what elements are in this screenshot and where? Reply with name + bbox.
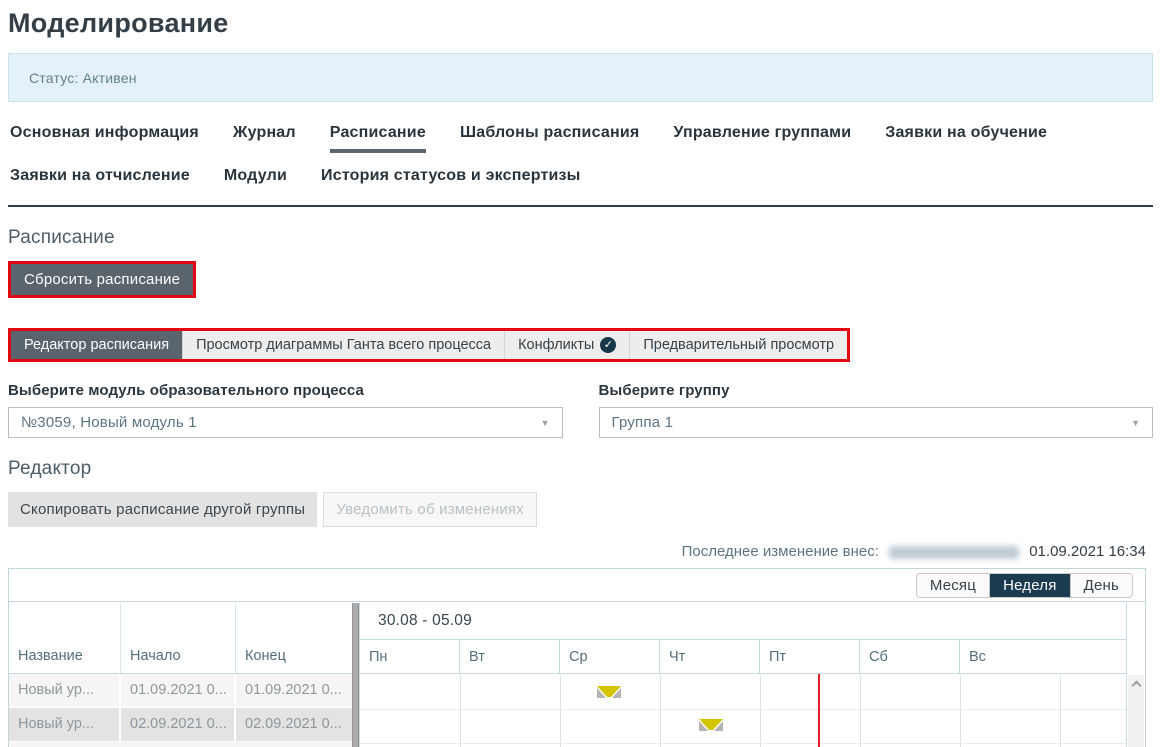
gridline (360, 743, 1126, 744)
last-modified-line: Последнее изменение внес: 01.09.2021 16:… (8, 543, 1153, 560)
group-select-value: Группа 1 (612, 414, 1132, 431)
flag-icon[interactable] (699, 718, 723, 732)
module-filter: Выберите модуль образовательного процесс… (8, 382, 563, 438)
page: Моделирование Статус: Активен Основная и… (0, 0, 1161, 747)
tab-bar: Основная информация Журнал Расписание Ша… (8, 124, 1153, 207)
toggle-month-button[interactable]: Месяц (917, 574, 989, 597)
tab-schedule-templates[interactable]: Шаблоны расписания (460, 124, 639, 153)
lesson-end-cell: 01.09.2021 0... (236, 674, 352, 707)
redacted-author-name (889, 546, 1019, 559)
timeline: 30.08 - 05.09 Пн Вт Ср Чт Пт Сб Вс (359, 603, 1145, 747)
lesson-table: Название Начало Конец Новый ур... 01.09.… (9, 603, 352, 747)
tab-row-1: Основная информация Журнал Расписание Ша… (10, 124, 1153, 153)
tab-journal[interactable]: Журнал (233, 124, 296, 153)
day-header-row: Пн Вт Ср Чт Пт Сб Вс (360, 640, 1126, 674)
table-row[interactable]: Новый ур... 02.09.2021 0... 02.09.2021 0… (9, 708, 352, 742)
view-tabstrip-annotation: Редактор расписания Просмотр диаграммы Г… (8, 328, 850, 362)
lesson-name-cell: Новый ур... (9, 708, 121, 741)
group-select[interactable]: Группа 1 ▼ (599, 407, 1154, 438)
day-header-sat: Сб (860, 640, 960, 673)
day-header-wed: Ср (560, 640, 660, 673)
view-tab-conflicts[interactable]: Конфликты ✓ (505, 331, 630, 359)
editor-buttons: Скопировать расписание другой группы Уве… (8, 492, 1153, 527)
gridline (360, 709, 1126, 710)
chevron-up-icon (1131, 681, 1141, 691)
check-circle-icon: ✓ (600, 337, 616, 353)
filters-row: Выберите модуль образовательного процесс… (8, 382, 1153, 438)
timeline-inner: 30.08 - 05.09 Пн Вт Ср Чт Пт Сб Вс (360, 603, 1127, 747)
tab-status-history[interactable]: История статусов и экспертизы (321, 167, 581, 192)
gridline (660, 675, 661, 747)
day-header-fri: Пт (760, 640, 860, 673)
schedule-heading: Расписание (8, 227, 1153, 249)
status-banner: Статус: Активен (8, 53, 1153, 102)
toggle-week-button[interactable]: Неделя (989, 574, 1070, 597)
week-range-header: 30.08 - 05.09 (360, 603, 1126, 640)
vertical-scrollbar[interactable] (1128, 675, 1144, 747)
lesson-table-header: Название Начало Конец (9, 603, 352, 674)
table-row-partial (9, 742, 352, 747)
view-tab-conflicts-label: Конфликты (518, 337, 594, 353)
group-select-label: Выберите группу (599, 382, 1154, 399)
tab-schedule[interactable]: Расписание (330, 124, 426, 153)
start-column-header: Начало (121, 603, 236, 673)
gridline (860, 675, 861, 747)
lesson-start-cell: 01.09.2021 0... (121, 674, 236, 707)
view-tab-schedule-editor[interactable]: Редактор расписания (11, 331, 183, 359)
scroll-up-button[interactable] (1128, 675, 1144, 692)
current-time-marker (818, 674, 820, 747)
gridline (460, 675, 461, 747)
scheduler-toolbar: Месяц Неделя День (9, 569, 1145, 602)
module-select[interactable]: №3059, Новый модуль 1 ▼ (8, 407, 563, 438)
module-select-label: Выберите модуль образовательного процесс… (8, 382, 563, 399)
group-filter: Выберите группу Группа 1 ▼ (599, 382, 1154, 438)
gridline (1060, 675, 1061, 747)
view-toggle: Месяц Неделя День (916, 573, 1133, 598)
flag-icon[interactable] (597, 685, 621, 699)
tab-modules[interactable]: Модули (224, 167, 287, 192)
scheduler-grid: Название Начало Конец Новый ур... 01.09.… (9, 603, 1145, 747)
page-title: Моделирование (8, 8, 1153, 39)
day-header-sun: Вс (960, 640, 1126, 673)
tab-main-info[interactable]: Основная информация (10, 124, 199, 153)
day-header-tue: Вт (460, 640, 560, 673)
timeline-body[interactable] (360, 675, 1126, 747)
reset-schedule-button[interactable]: Сбросить расписание (8, 261, 196, 298)
day-header-mon: Пн (360, 640, 460, 673)
lesson-name-cell: Новый ур... (9, 674, 121, 707)
copy-schedule-button[interactable]: Скопировать расписание другой группы (8, 492, 317, 527)
view-tab-preview[interactable]: Предварительный просмотр (630, 331, 847, 359)
module-select-value: №3059, Новый модуль 1 (21, 414, 541, 431)
lesson-start-cell: 02.09.2021 0... (121, 708, 236, 741)
gridline (760, 675, 761, 747)
lesson-end-cell: 02.09.2021 0... (236, 708, 352, 741)
name-column-header: Название (9, 603, 121, 673)
gridline (560, 675, 561, 747)
chevron-down-icon: ▼ (1131, 418, 1140, 428)
last-modified-timestamp: 01.09.2021 16:34 (1029, 543, 1146, 560)
splitter-handle[interactable] (352, 603, 359, 747)
notify-changes-button: Уведомить об изменениях (323, 492, 537, 527)
day-header-thu: Чт (660, 640, 760, 673)
end-column-header: Конец (236, 603, 352, 673)
chevron-down-icon: ▼ (541, 418, 550, 428)
status-text: Статус: Активен (29, 70, 137, 86)
toggle-day-button[interactable]: День (1070, 574, 1132, 597)
last-modified-label: Последнее изменение внес: (682, 543, 879, 560)
scheduler-panel: Месяц Неделя День Название Начало Конец … (8, 568, 1146, 747)
view-tab-gantt[interactable]: Просмотр диаграммы Ганта всего процесса (183, 331, 505, 359)
tab-group-management[interactable]: Управление группами (673, 124, 851, 153)
gridline (960, 675, 961, 747)
table-row[interactable]: Новый ур... 01.09.2021 0... 01.09.2021 0… (9, 674, 352, 708)
tab-training-requests[interactable]: Заявки на обучение (885, 124, 1047, 153)
tab-expulsion-requests[interactable]: Заявки на отчисление (10, 167, 190, 192)
editor-heading: Редактор (8, 458, 1153, 480)
tab-row-2: Заявки на отчисление Модули История стат… (10, 167, 1153, 192)
